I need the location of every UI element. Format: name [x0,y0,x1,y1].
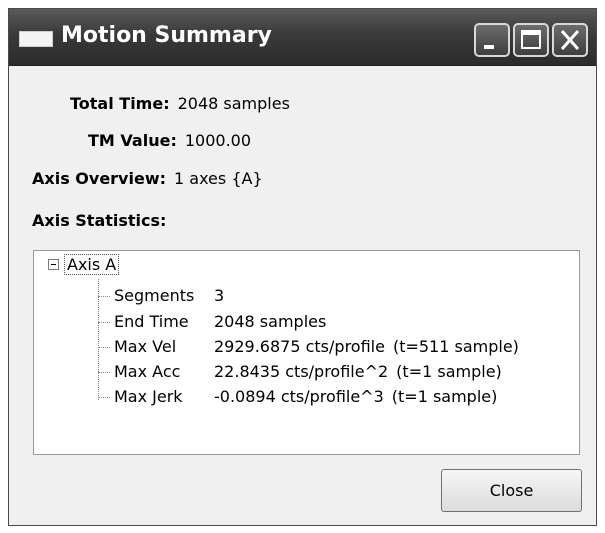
tm-value-row: TM Value: 1000.00 [88,131,251,150]
close-window-button[interactable] [552,23,588,57]
maximize-icon [521,30,541,49]
tm-value-label: TM Value: [88,131,177,150]
tree-item-value: 2048 samples [214,312,327,331]
axis-statistics-heading: Axis Statistics: [32,211,166,230]
tree-item-note: (t=511 sample) [392,337,519,356]
total-time-row: Total Time: 2048 samples [70,94,290,113]
axis-overview-row: Axis Overview: 1 axes {A} [32,169,263,188]
tree-item-name: End Time [114,312,189,331]
collapse-icon[interactable] [48,259,59,270]
tree-item-name: Segments [114,286,195,305]
tree-item-segments[interactable]: Segments 3 [98,286,224,305]
tree-item-name: Max Acc [114,362,181,381]
tree-item-value: 22.8435 cts/profile^2 [214,362,389,381]
tree-item-end-time[interactable]: End Time 2048 samples [98,312,326,331]
axis-statistics-label: Axis Statistics: [32,211,167,230]
close-icon [560,30,580,50]
tree-item-name: Max Vel [114,337,177,356]
tree-item-value: 3 [214,286,225,305]
window-title: Motion Summary [61,23,272,48]
total-time-value: 2048 samples [177,94,290,113]
axis-overview-value: 1 axes {A} [174,169,263,188]
title-bar[interactable]: Motion Summary [9,9,596,66]
total-time-label: Total Time: [70,94,170,113]
tree-item-max-vel[interactable]: Max Vel 2929.6875 cts/profile (t=511 sampl… [98,337,519,356]
tree-item-max-jerk[interactable]: Max Jerk -0.0894 cts/profile^3 (t=1 sample… [98,387,497,406]
tree-item-value: -0.0894 cts/profile^3 [214,387,384,406]
tree-item-note: (t=1 sample) [391,387,498,406]
tree-node-axis-a[interactable]: Axis A [64,254,120,275]
tree-item-note: (t=1 sample) [396,362,502,381]
minimize-icon [484,45,494,49]
tree-item-name: Max Jerk [114,387,183,406]
tree-item-value: 2929.6875 cts/profile [214,337,385,356]
dialog-content: Total Time: 2048 samples TM Value: 1000.00… [9,66,596,525]
axis-overview-label: Axis Overview: [32,169,166,188]
close-button[interactable]: Close [441,469,582,512]
tree-item-max-acc[interactable]: Max Acc 22.8435 cts/profile^2 (t=1 sample) [98,362,502,381]
tm-value: 1000.00 [184,131,252,150]
window-icon [19,31,53,47]
maximize-button[interactable] [513,23,549,57]
axis-statistics-tree[interactable]: Axis A Segments 3 End Time 2048 samples Ma… [33,250,580,455]
motion-summary-window: Motion Summary Total Time: 2048 samples T… [8,8,597,526]
minimize-button[interactable] [474,23,510,57]
